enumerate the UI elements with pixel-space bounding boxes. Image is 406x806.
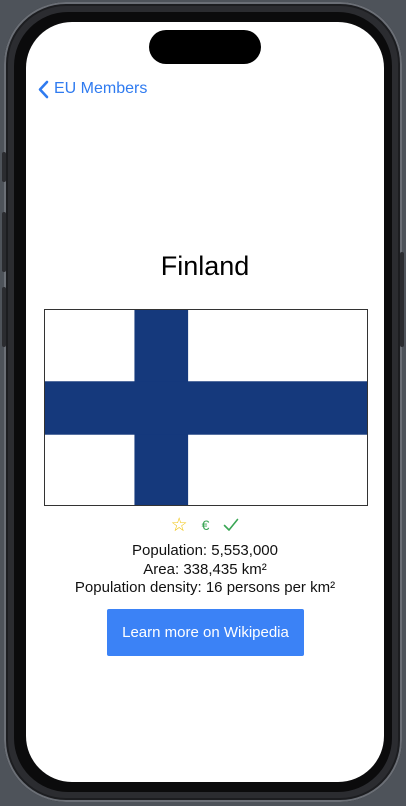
star-outline-icon[interactable]: ☆ <box>171 516 188 535</box>
area-text: Area: 338,435 km² <box>143 560 267 578</box>
status-icons: ☆ € <box>26 515 384 535</box>
back-button[interactable]: EU Members <box>37 78 147 100</box>
country-stats: Population: 5,553,000 Area: 338,435 km² … <box>26 542 384 598</box>
action-button <box>2 152 6 182</box>
country-title: Finland <box>160 251 250 281</box>
chevron-left-icon <box>37 80 49 99</box>
country-flag <box>44 309 368 506</box>
euro-icon: € <box>201 517 210 533</box>
density-text: Population density: 16 persons per km² <box>74 579 336 596</box>
back-button-label: EU Members <box>54 80 148 97</box>
volume-down-button <box>2 287 6 347</box>
volume-up-button <box>2 212 6 272</box>
phone-frame: EU Members Finland ☆ € Population: 5,553… <box>2 2 404 802</box>
checkmark-icon <box>223 518 239 532</box>
population-text: Population: 5,553,000 <box>132 542 278 559</box>
dynamic-island <box>149 30 261 64</box>
wikipedia-button[interactable]: Learn more on Wikipedia <box>107 609 304 656</box>
power-button <box>400 252 404 347</box>
screen: EU Members Finland ☆ € Population: 5,553… <box>26 22 384 782</box>
